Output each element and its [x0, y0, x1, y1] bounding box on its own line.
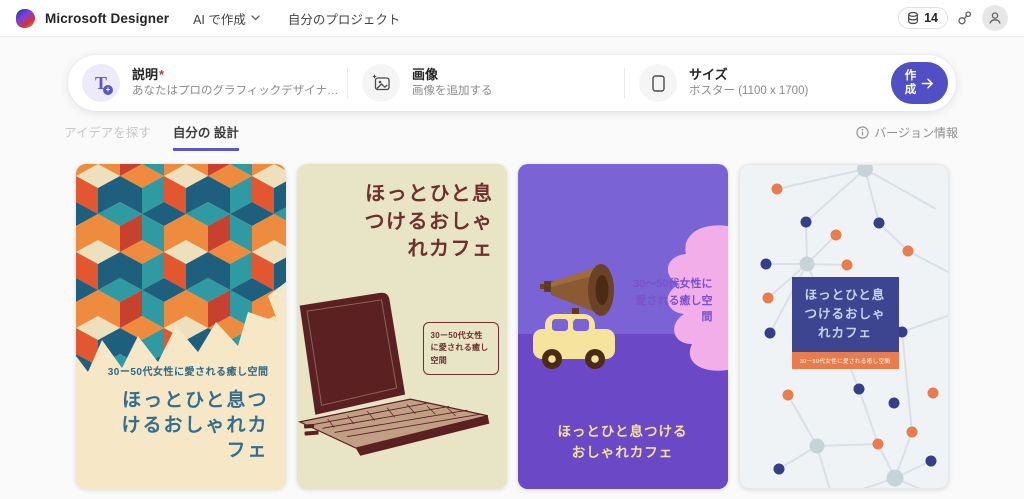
- tab-my-designs[interactable]: 自分の 設計: [173, 122, 239, 151]
- design-thumbnail-1[interactable]: 30ー50代女性に愛される癒し空間 ほっとひと息つけるおしゃれカフェ: [76, 164, 286, 489]
- laptop-illustration: [297, 289, 497, 469]
- required-asterisk: *: [159, 67, 164, 82]
- poster-title: ほっとひと息つけるおしゃれカフェ: [358, 181, 494, 264]
- poster-title: ほっとひと息つけるおしゃれカフェ: [103, 388, 269, 463]
- poster-subtitle-bar: 30ー50代女性に愛される癒し空間: [792, 352, 899, 369]
- top-bar: Microsoft Designer AI で作成 自分のプロジェクト 14: [0, 0, 1024, 37]
- nav-create-label: AI で作成: [193, 9, 246, 28]
- app-title: Microsoft Designer: [45, 11, 169, 26]
- size-field[interactable]: サイズ ポスター (1100 x 1700): [625, 64, 887, 102]
- poster-title-box: ほっとひと息つけるおしゃれカフェ: [792, 277, 899, 352]
- design-thumbnail-4[interactable]: ほっとひと息つけるおしゃれカフェ 30ー50代女性に愛される癒し空間: [739, 164, 949, 489]
- nav-create-with-ai[interactable]: AI で作成: [193, 9, 260, 28]
- poster-subtitle: 30ー50代女性に愛される癒し空間: [103, 365, 269, 381]
- size-label: サイズ: [689, 67, 808, 83]
- chevron-down-icon: [251, 15, 260, 21]
- poster-subtitle: 30〜50代女性に愛される癒し空間: [627, 276, 713, 326]
- design-thumbnail-3[interactable]: 30〜50代女性に愛される癒し空間 ほっとひと息つけるおしゃれカフェ: [518, 164, 728, 489]
- top-right-cluster: 14: [898, 5, 1008, 31]
- design-results-grid: 30ー50代女性に愛される癒し空間 ほっとひと息つけるおしゃれカフェ ほっとひと…: [76, 164, 949, 489]
- share-icon: [957, 10, 973, 26]
- share-button[interactable]: [957, 10, 973, 26]
- design-thumbnail-2[interactable]: ほっとひと息つけるおしゃれカフェ 30ー50代女性に愛される癒し空間: [297, 164, 507, 489]
- designer-logo-icon: [16, 9, 35, 28]
- image-label: 画像: [412, 67, 493, 83]
- create-button[interactable]: 作成: [891, 62, 948, 104]
- description-field[interactable]: T+ 説明* あなたはプロのグラフィックデザイナーです。 地...: [68, 64, 347, 102]
- description-value: あなたはプロのグラフィックデザイナーです。 地...: [132, 85, 347, 99]
- tab-explore-ideas[interactable]: アイデアを探す: [64, 122, 151, 148]
- image-placeholder: 画像を追加する: [412, 85, 493, 99]
- version-info-label: バージョン情報: [874, 124, 958, 141]
- account-avatar[interactable]: [982, 5, 1008, 31]
- nav-my-projects[interactable]: 自分のプロジェクト: [288, 9, 401, 28]
- nav-projects-label: 自分のプロジェクト: [288, 9, 401, 28]
- image-add-icon: [362, 64, 400, 102]
- credits-stack-icon: [906, 11, 920, 25]
- credits-pill[interactable]: 14: [898, 7, 948, 29]
- size-value: ポスター (1100 x 1700): [689, 85, 808, 99]
- info-icon: [856, 126, 869, 139]
- create-button-label: 作成: [904, 69, 917, 98]
- credits-count: 14: [924, 11, 938, 25]
- description-label: 説明: [132, 67, 158, 82]
- person-icon: [988, 11, 1002, 25]
- version-info-link[interactable]: バージョン情報: [856, 122, 958, 141]
- cubes-pattern-art: [76, 164, 286, 384]
- poster-text-block: 30ー50代女性に愛される癒し空間 ほっとひと息つけるおしゃれカフェ: [103, 365, 269, 463]
- poster-title: ほっとひと息つけるおしゃれカフェ: [557, 422, 689, 464]
- tabs-row: アイデアを探す 自分の 設計 バージョン情報: [0, 122, 1024, 149]
- poster-subtitle-box: 30ー50代女性に愛される癒し空間: [423, 322, 499, 375]
- car-illustration: [531, 310, 619, 372]
- portrait-size-icon: [639, 64, 677, 102]
- text-add-icon: T+: [82, 64, 120, 102]
- image-field[interactable]: 画像 画像を追加する: [348, 64, 624, 102]
- arrow-right-icon: [920, 76, 935, 91]
- prompt-bar: T+ 説明* あなたはプロのグラフィックデザイナーです。 地... 画像 画像を…: [68, 55, 956, 111]
